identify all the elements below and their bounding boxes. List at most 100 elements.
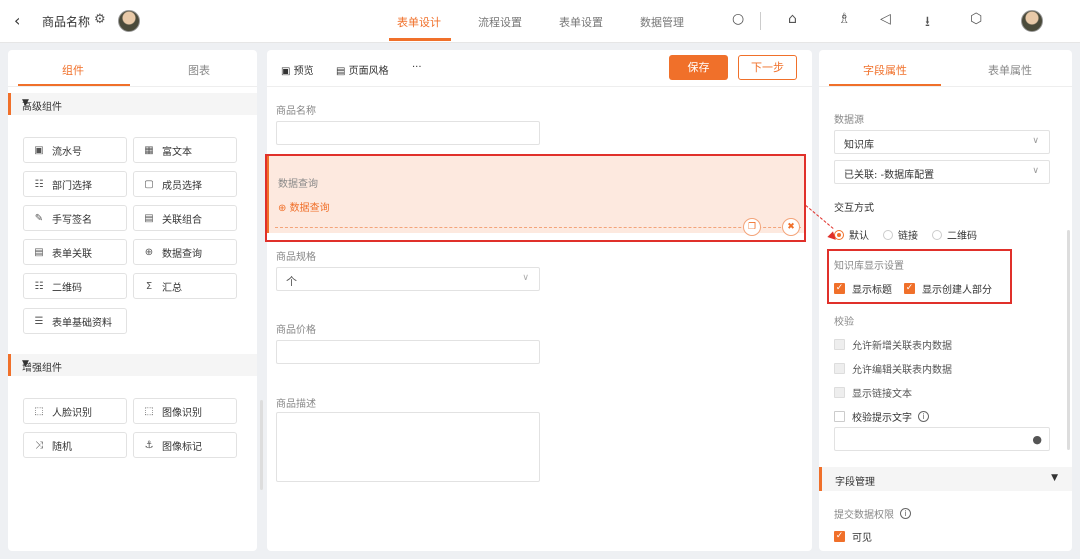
component-signature[interactable]: ✎ 手写签名 [23,205,127,231]
face-scan-icon: ⬚ [34,405,44,417]
checkbox-show-link-text[interactable]: 显示链接文本 [834,385,912,400]
product-price-input[interactable] [276,340,540,364]
checkbox-allow-add-related[interactable]: 允许新增关联表内数据 [834,337,952,352]
tab-form-settings[interactable]: 表单设置 [559,14,603,30]
gear-icon[interactable]: ⚙ [94,12,106,27]
data-source-label: 数据源 [834,115,864,126]
preview-button[interactable]: ▣ 预览 [281,62,314,77]
component-label: 汇总 [162,282,182,294]
pen-icon: ✎ [34,212,44,224]
component-related-group[interactable]: ▤ 关联组合 [133,205,237,231]
product-name-input[interactable] [276,121,540,145]
checkbox-label: 允许新增关联表内数据 [852,341,952,352]
form-canvas: ▣ 预览 ▤ 页面风格 ··· 保存 下一步 商品名称 数据查询 ⊕ 数据查询 … [267,50,812,551]
radio-dot [932,229,942,240]
chevron-down-icon: ∨ [522,273,529,283]
component-label: 关联组合 [162,214,202,226]
checkbox-label: 允许编辑关联表内数据 [852,365,952,376]
avatar[interactable] [118,10,140,32]
component-face-recognition[interactable]: ⬚ 人脸识别 [23,398,127,424]
download-icon[interactable]: ⭳ [925,11,930,35]
checkbox-box [834,411,845,422]
component-image-recognition[interactable]: ⬚ 图像识别 [133,398,237,424]
chevron-left-icon[interactable]: ‹ [14,11,20,30]
field-label-product-spec: 商品规格 [276,252,316,263]
component-qrcode[interactable]: ☷ 二维码 [23,273,127,299]
user-avatar[interactable] [1021,10,1043,32]
component-serial-number[interactable]: ▣ 流水号 [23,137,127,163]
validation-hint-input[interactable]: ● [834,427,1050,451]
tab-form-properties[interactable]: 表单属性 [988,62,1032,78]
radio-default[interactable]: 默认 [834,227,869,242]
component-label: 表单关联 [52,248,92,260]
section-title: 字段管理 [835,477,875,488]
image-scan-icon: ⬚ [144,405,154,417]
linked-config-select[interactable]: 已关联: -数据库配置 ∨ [834,160,1050,184]
info-icon[interactable]: i [900,508,911,519]
component-summary[interactable]: Σ 汇总 [133,273,237,299]
data-source-select[interactable]: 知识库 ∨ [834,130,1050,154]
product-spec-select[interactable]: 个 ∨ [276,267,540,291]
section-enhanced-components[interactable]: 增强组件 ▼ [8,354,257,376]
search-icon[interactable]: ○ [732,11,744,27]
divider [8,86,257,87]
checkbox-visible[interactable]: ✓ 可见 [834,529,872,544]
hexagon-settings-icon[interactable]: ⬡ [970,11,982,27]
checkbox-box [834,387,845,398]
component-dept-select[interactable]: ☷ 部门选择 [23,171,127,197]
radio-label: 链接 [898,231,918,242]
tab-form-design[interactable]: 表单设计 [397,14,441,30]
next-step-button[interactable]: 下一步 [738,55,797,80]
tab-field-properties[interactable]: 字段属性 [863,62,907,78]
component-label: 富文本 [162,146,192,158]
radio-label: 二维码 [947,231,977,242]
component-image-mark[interactable]: ⚓ 图像标记 [133,432,237,458]
base-data-icon: ☰ [34,315,44,327]
component-label: 手写签名 [52,214,92,226]
tab-data-management[interactable]: 数据管理 [640,14,684,30]
product-description-textarea[interactable] [276,412,540,482]
component-member-select[interactable]: ▢ 成员选择 [133,171,237,197]
component-panel: 组件 图表 高级组件 ▼ ▣ 流水号 ▦ 富文本 ☷ 部门选择 ▢ 成员选择 ✎ 手写签名… [8,50,263,551]
save-button[interactable]: 保存 [669,55,728,80]
checkbox-label: 可见 [852,533,872,544]
tab-components[interactable]: 组件 [62,62,84,78]
shuffle-icon: ⤨ [35,439,43,451]
highlight-box-data-query [265,154,806,242]
component-random[interactable]: ⤨ 随机 [23,432,127,458]
linked-config-value: 已关联: -数据库配置 [844,170,935,181]
shirt-icon[interactable]: ♗ [838,11,851,27]
radio-qrcode[interactable]: 二维码 [932,227,977,242]
field-label-product-name: 商品名称 [276,106,316,117]
component-label: 表单基础资料 [52,317,112,329]
org-chart-icon: ☷ [34,178,44,190]
section-field-management[interactable]: 字段管理 ▼ [819,467,1072,491]
section-advanced-components[interactable]: 高级组件 ▼ [8,93,257,115]
more-button[interactable]: ··· [412,62,422,73]
globe-icon[interactable]: ● [1032,433,1042,446]
submit-permission-text: 提交数据权限 [834,510,894,521]
qrcode-icon: ☷ [34,280,44,292]
interaction-mode-label: 交互方式 [834,203,874,214]
component-data-query[interactable]: ⊕ 数据查询 [133,239,237,265]
radio-link[interactable]: 链接 [883,227,918,242]
chevron-down-icon: ∨ [1032,136,1039,146]
info-icon[interactable]: i [918,411,929,422]
scrollbar[interactable] [1067,230,1070,450]
home-icon[interactable]: ⌂ [788,11,797,27]
tab-charts[interactable]: 图表 [188,62,210,78]
data-source-value: 知识库 [844,140,874,151]
scrollbar[interactable] [260,400,263,490]
tab-flow-settings[interactable]: 流程设置 [478,14,522,30]
megaphone-icon[interactable]: ◁ [880,11,891,27]
component-form-relation[interactable]: ▤ 表单关联 [23,239,127,265]
page-style-button[interactable]: ▤ 页面风格 [336,62,389,77]
checkbox-allow-edit-related[interactable]: 允许编辑关联表内数据 [834,361,952,376]
validation-label: 校验 [834,317,854,328]
field-label-product-description: 商品描述 [276,399,316,410]
divider [760,12,761,30]
component-form-base-data[interactable]: ☰ 表单基础资料 [23,308,127,334]
checkbox-validation-hint[interactable]: 校验提示文字 i [834,409,929,424]
checkbox-box [834,339,845,350]
component-rich-text[interactable]: ▦ 富文本 [133,137,237,163]
